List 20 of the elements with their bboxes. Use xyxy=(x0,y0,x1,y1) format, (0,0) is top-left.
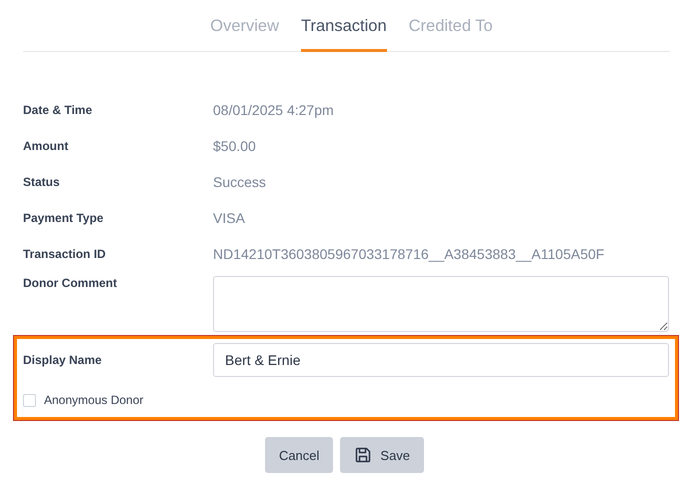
field-value: $50.00 xyxy=(213,138,256,154)
field-label: Amount xyxy=(23,139,70,153)
field-value: Success xyxy=(213,174,266,190)
field-value: 08/01/2025 4:27pm xyxy=(213,102,334,118)
display-name-field[interactable]: Bert & Ernie xyxy=(213,343,669,377)
field-value: ND14210T3603805967033178716__A38453883__A1105A50F xyxy=(213,246,604,262)
field-label: Status xyxy=(23,175,61,189)
field-label: Date & Time xyxy=(23,103,94,117)
cancel-button[interactable]: Cancel xyxy=(264,437,334,473)
field-value: VISA xyxy=(213,210,245,226)
checkbox[interactable] xyxy=(23,394,36,406)
field-label: Payment Type xyxy=(23,211,104,225)
save-button[interactable]: Save xyxy=(340,437,424,473)
save-icon xyxy=(355,447,372,463)
field-label: Transaction ID xyxy=(23,247,107,261)
comment-field[interactable] xyxy=(213,276,669,332)
field-label: Display Name xyxy=(23,353,103,367)
field-label: Donor Comment xyxy=(23,276,118,292)
tab[interactable]: Transaction xyxy=(301,0,387,52)
checkbox-label: Anonymous Donor xyxy=(44,393,144,407)
